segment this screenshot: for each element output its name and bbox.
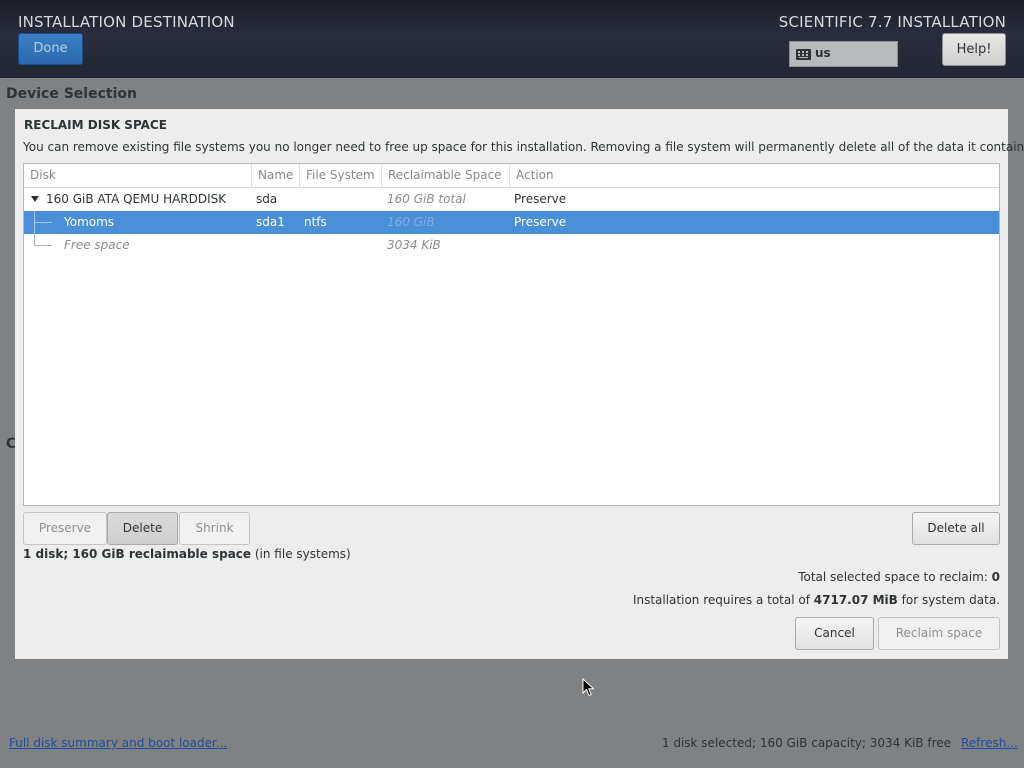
total-selected-label: Total selected space to reclaim:	[798, 570, 988, 584]
reclaimable-cell: 160 GiB total	[387, 192, 466, 206]
reclaim-space-button[interactable]: Reclaim space	[878, 617, 1000, 650]
dialog-title: RECLAIM DISK SPACE	[24, 118, 167, 132]
disk-cell: 160 GiB ATA QEMU HARDDISK	[46, 192, 227, 206]
reclaim-disk-space-dialog: RECLAIM DISK SPACE You can remove existi…	[15, 109, 1024, 659]
tree-line	[34, 222, 52, 223]
summary-suffix: (in file systems)	[254, 547, 351, 561]
filesystem-cell: ntfs	[304, 215, 327, 229]
full-disk-summary-link[interactable]: Full disk summary and boot loader...	[9, 736, 227, 750]
tree-line	[34, 245, 52, 246]
column-header-file-system[interactable]: File System	[300, 164, 382, 188]
column-header-disk[interactable]: Disk	[24, 164, 252, 188]
refresh-link[interactable]: Refresh...	[961, 736, 1018, 750]
action-cell: Preserve	[514, 192, 567, 206]
preserve-button[interactable]: Preserve	[23, 512, 107, 545]
installation-requirement-line: Installation requires a total of 4717.07…	[633, 593, 1000, 607]
name-cell: sda1	[256, 215, 285, 229]
name-cell: sda	[256, 192, 278, 206]
column-header-name[interactable]: Name	[252, 164, 300, 188]
reclaimable-cell: 160 GiB	[387, 215, 435, 229]
keyboard-layout-indicator[interactable]: us	[789, 41, 898, 67]
requirement-value: 4717.07 MiB	[813, 593, 898, 607]
expander-down-icon[interactable]	[31, 196, 39, 202]
page-title: INSTALLATION DESTINATION	[18, 13, 235, 31]
shrink-button[interactable]: Shrink	[179, 512, 250, 545]
summary-disk-count: 1 disk; 160 GiB reclaimable space	[23, 547, 252, 561]
table-row-selected[interactable]: Yomoms sda1 ntfs 160 GiB Preserve	[24, 211, 999, 234]
requirement-prefix: Installation requires a total of	[632, 593, 810, 607]
keyboard-layout-label: us	[815, 46, 831, 60]
delete-button[interactable]: Delete	[107, 512, 178, 545]
help-button[interactable]: Help!	[942, 33, 1006, 66]
top-header: INSTALLATION DESTINATION SCIENTIFIC 7.7 …	[0, 0, 1024, 78]
action-cell: Preserve	[514, 215, 567, 229]
dialog-description: You can remove existing file systems you…	[23, 140, 1024, 154]
column-header-reclaimable-space[interactable]: Reclaimable Space	[382, 164, 510, 188]
column-header-action[interactable]: Action	[510, 164, 999, 188]
total-selected-line: Total selected space to reclaim: 0	[798, 570, 1000, 584]
reclaimable-cell: 3034 KiB	[387, 238, 441, 252]
table-row[interactable]: 160 GiB ATA QEMU HARDDISK sda 160 GiB to…	[24, 188, 999, 211]
mouse-pointer-icon	[582, 678, 595, 697]
done-button[interactable]: Done	[18, 33, 83, 65]
requirement-suffix: for system data.	[901, 593, 1000, 607]
disk-tree-view[interactable]: Disk Name File System Reclaimable Space …	[23, 163, 1000, 506]
total-selected-value: 0	[991, 570, 1000, 584]
reclaimable-summary: 1 disk; 160 GiB reclaimable space (in fi…	[23, 547, 351, 561]
device-selection-heading: Device Selection	[6, 86, 137, 102]
disk-cell: Yomoms	[64, 215, 115, 229]
keyboard-icon	[796, 49, 811, 60]
table-row[interactable]: Free space 3034 KiB	[24, 234, 999, 257]
product-title: SCIENTIFIC 7.7 INSTALLATION	[778, 13, 1006, 31]
cancel-button[interactable]: Cancel	[795, 617, 874, 650]
disk-status-text: 1 disk selected; 160 GiB capacity; 3034 …	[661, 736, 951, 750]
delete-all-button[interactable]: Delete all	[912, 512, 1000, 545]
disk-cell: Free space	[64, 238, 130, 252]
